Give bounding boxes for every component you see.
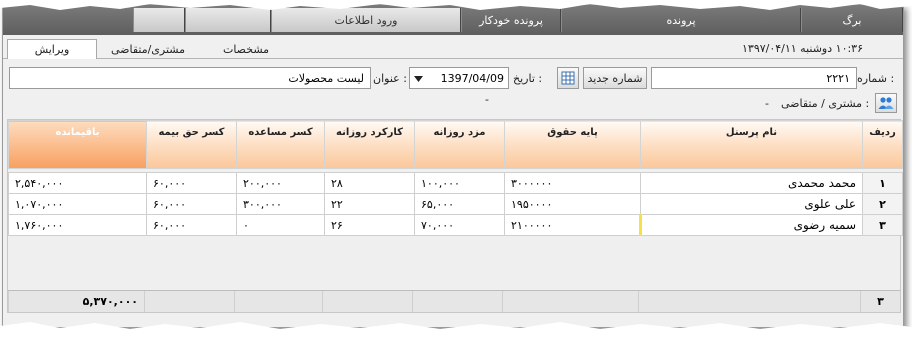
customer-value: -	[765, 97, 769, 110]
customer-label: : مشتری / متقاضی	[781, 97, 870, 110]
cell-base[interactable]: ۳۰۰۰۰۰۰	[504, 172, 641, 194]
cell-name[interactable]: محمد محمدی	[640, 172, 863, 194]
footer-cell	[412, 291, 502, 312]
payroll-table: ردیف نام پرسنل پایه حقوق مزد روزانه کارک…	[8, 120, 903, 236]
cell-aid[interactable]: ۰	[236, 214, 325, 236]
torn-edge-top	[0, 0, 912, 10]
col-header-base[interactable]: پایه حقوق	[504, 120, 641, 169]
dash-text: -	[485, 93, 489, 106]
col-header-insurance[interactable]: کسر حق بیمه	[146, 120, 237, 169]
cell-base[interactable]: ۲۱۰۰۰۰۰	[504, 214, 641, 236]
footer-total-remain: ۵,۳۷۰,۰۰۰	[8, 291, 144, 312]
col-header-remain[interactable]: باقیمانده	[8, 120, 147, 169]
col-header-rowno[interactable]: ردیف	[862, 120, 903, 169]
title-field[interactable]: لیست محصولات	[9, 67, 371, 89]
cell-aid[interactable]: ۲۰۰,۰۰۰	[236, 172, 325, 194]
cell-remain[interactable]: ۱,۷۶۰,۰۰۰	[8, 214, 147, 236]
cell-insurance[interactable]: ۶۰,۰۰۰	[146, 193, 237, 215]
cell-remain[interactable]: ۱,۰۷۰,۰۰۰	[8, 193, 147, 215]
number-label: : شماره	[857, 72, 895, 85]
cell-aid[interactable]: ۳۰۰,۰۰۰	[236, 193, 325, 215]
new-number-button[interactable]: شماره جدید	[583, 67, 647, 89]
users-icon	[878, 97, 894, 109]
title-label: : عنوان	[373, 72, 407, 85]
table-footer: ۳ ۵,۳۷۰,۰۰۰	[8, 290, 900, 312]
col-header-days[interactable]: کارکرد روزانه	[324, 120, 415, 169]
footer-cell	[322, 291, 412, 312]
cell-name[interactable]: سمیه رضوی	[639, 214, 863, 236]
table-row[interactable]: ۱ محمد محمدی ۳۰۰۰۰۰۰ ۱۰۰,۰۰۰ ۲۸ ۲۰۰,۰۰۰ …	[8, 172, 903, 194]
payroll-grid: ردیف نام پرسنل پایه حقوق مزد روزانه کارک…	[7, 119, 903, 313]
customer-button[interactable]	[875, 93, 897, 113]
footer-row-count: ۳	[860, 291, 900, 312]
cell-daily[interactable]: ۶۵,۰۰۰	[414, 193, 505, 215]
cell-insurance[interactable]: ۶۰,۰۰۰	[146, 172, 237, 194]
tab-customer[interactable]: مشتری/متقاضی	[101, 39, 195, 59]
cell-days[interactable]: ۲۲	[324, 193, 415, 215]
cell-days[interactable]: ۲۸	[324, 172, 415, 194]
cell-rowno[interactable]: ۱	[862, 172, 903, 194]
cell-name[interactable]: علی علوی	[640, 193, 863, 215]
date-field[interactable]: 1397/04/09	[409, 67, 509, 89]
col-header-daily[interactable]: مزد روزانه	[414, 120, 505, 169]
cell-daily[interactable]: ۱۰۰,۰۰۰	[414, 172, 505, 194]
cell-rowno[interactable]: ۲	[862, 193, 903, 215]
date-value: 1397/04/09	[440, 71, 504, 85]
table-header-row: ردیف نام پرسنل پایه حقوق مزد روزانه کارک…	[8, 120, 903, 169]
footer-cell	[502, 291, 638, 312]
tab-edit[interactable]: ویرایش	[7, 39, 97, 59]
chevron-down-icon	[414, 75, 423, 82]
table-row-selected[interactable]: ۳ سمیه رضوی ۲۱۰۰۰۰۰ ۷۰,۰۰۰ ۲۶ ۰ ۶۰,۰۰۰ ۱…	[8, 214, 903, 236]
cell-insurance[interactable]: ۶۰,۰۰۰	[146, 214, 237, 236]
dropdown-chevron[interactable]	[414, 72, 423, 85]
date-label: : تاریخ	[513, 72, 543, 85]
tab-specs[interactable]: مشخصات	[199, 39, 293, 59]
col-header-name[interactable]: نام پرسنل	[640, 120, 863, 169]
footer-cell	[234, 291, 322, 312]
grid-calendar-icon	[561, 71, 575, 85]
date-time-display: ۱۰:۳۶ دوشنبه ۱۳۹۷/۰۴/۱۱	[742, 42, 863, 55]
table-row[interactable]: ۲ علی علوی ۱۹۵۰۰۰۰ ۶۵,۰۰۰ ۲۲ ۳۰۰,۰۰۰ ۶۰,…	[8, 193, 903, 215]
calendar-button[interactable]	[557, 67, 579, 89]
cell-base[interactable]: ۱۹۵۰۰۰۰	[504, 193, 641, 215]
number-field[interactable]: ۲۲۲۱	[651, 67, 857, 89]
cell-remain[interactable]: ۲,۵۴۰,۰۰۰	[8, 172, 147, 194]
tab-strip: ویرایش مشتری/متقاضی مشخصات ۱۰:۳۶ دوشنبه …	[3, 37, 903, 59]
footer-cell	[638, 291, 860, 312]
footer-cell	[144, 291, 234, 312]
cell-daily[interactable]: ۷۰,۰۰۰	[414, 214, 505, 236]
app-window: برگ پرونده پرونده خودکار ورود اطلاعات وی…	[2, 4, 904, 328]
col-header-aid[interactable]: کسر مساعده	[236, 120, 325, 169]
cell-rowno[interactable]: ۳	[862, 214, 903, 236]
torn-edge-bottom	[0, 322, 912, 342]
cell-days[interactable]: ۲۶	[324, 214, 415, 236]
